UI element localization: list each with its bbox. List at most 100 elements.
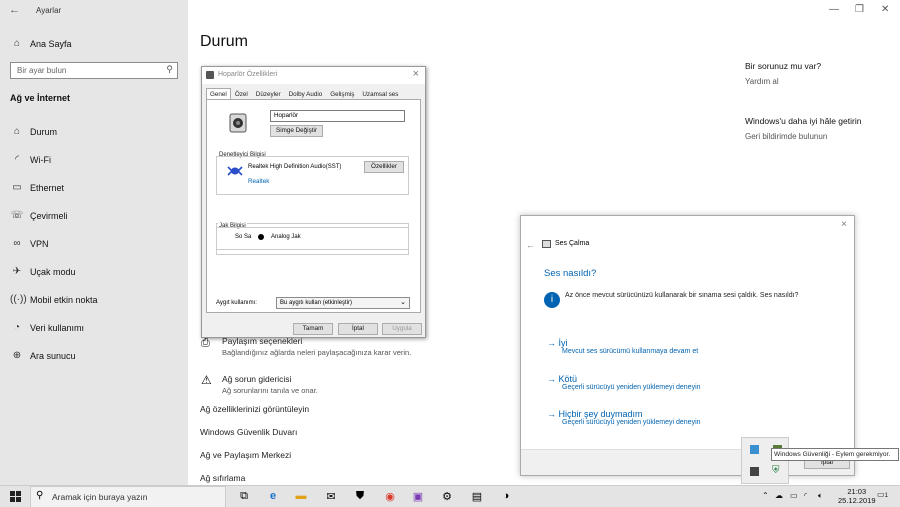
nav-item-data-usage[interactable]: ◔ Veri kullanımı — [10, 322, 84, 333]
dialup-icon: ☏ — [10, 210, 24, 221]
onedrive-icon[interactable]: ☁ — [775, 491, 783, 500]
nav-label: Mobil etkin nokta — [30, 294, 98, 305]
speaker-icon — [542, 240, 551, 248]
windows-start-icon[interactable] — [8, 489, 22, 503]
nav-label: VPN — [30, 238, 49, 249]
nav-item-dialup[interactable]: ☏ Çevirmeli — [10, 210, 68, 221]
settings-gear-icon[interactable]: ⚙ — [440, 489, 454, 503]
nav-item-vpn[interactable]: ∞ VPN — [10, 238, 49, 249]
minimize-icon[interactable]: — — [829, 4, 839, 15]
speaker-device-icon — [229, 113, 247, 133]
back-arrow-icon[interactable]: ← — [526, 240, 535, 250]
realtek-crab-icon — [227, 166, 243, 176]
mail-icon[interactable]: ✉ — [324, 489, 338, 503]
option-title: Hiçbir şey duymadım — [558, 409, 643, 419]
clock[interactable]: 21:03 25.12.2019 — [838, 487, 876, 505]
firewall-link[interactable]: Windows Güvenlik Duvarı — [200, 427, 297, 437]
store-icon[interactable]: ⛊ — [353, 489, 367, 503]
nav-item-proxy[interactable]: ⊕ Ara sunucu — [10, 350, 76, 361]
nav-item-hotspot[interactable]: ((·)) Mobil etkin nokta — [10, 294, 98, 305]
notification-count: 1 — [884, 493, 888, 499]
search-placeholder: Bir ayar bulun — [17, 66, 67, 75]
device-name-field[interactable]: Hoparlör — [270, 110, 405, 122]
taskbar-search-input[interactable]: ⚲ Aramak için buraya yazın — [30, 486, 226, 507]
network-sharing-center-link[interactable]: Ağ ve Paylaşım Merkezi — [200, 450, 291, 460]
edge-icon[interactable]: e — [266, 489, 280, 503]
app-title: Ayarlar — [36, 6, 62, 15]
option-heard-nothing[interactable]: → Hiçbir şey duymadım Geçerli sürücüyü y… — [547, 409, 701, 426]
nav-item-status[interactable]: ⌂ Durum — [10, 126, 57, 137]
option-good[interactable]: → İyi Mevcut ses sürücümü kullanmaya dev… — [547, 338, 698, 355]
home-icon: ⌂ — [13, 38, 21, 49]
media-icon[interactable]: ◑ — [499, 489, 513, 503]
nav-item-airplane[interactable]: ✈ Uçak modu — [10, 266, 76, 277]
nav-label: Ethernet — [30, 182, 65, 193]
info-text: Az önce mevcut sürücünüzü kullanarak bir… — [565, 292, 799, 299]
close-icon[interactable]: × — [841, 219, 847, 230]
network-properties-link[interactable]: Ağ özelliklerinizi görüntüleyin — [200, 404, 309, 414]
feedback-heading: Windows'u daha iyi hâle getirin — [745, 116, 862, 126]
feedback-link[interactable]: Geri bildirimde bulunun — [745, 132, 827, 141]
dialog-title: Ses Çalma — [555, 240, 590, 247]
file-explorer-icon[interactable]: ▬ — [294, 489, 308, 503]
sharing-icon: ⎙ — [201, 337, 210, 349]
change-icon-button[interactable]: Simge Değiştir — [270, 125, 323, 137]
vpn-icon: ∞ — [13, 238, 21, 249]
section-heading: Ağ ve İnternet — [10, 93, 71, 103]
properties-button[interactable]: Özellikler — [364, 161, 404, 173]
sharing-options-sub: Bağlandığınız ağlarda neleri paylaşacağı… — [222, 348, 412, 357]
document-icon[interactable]: ▤ — [470, 489, 484, 503]
nav-item-ethernet[interactable]: ▭ Ethernet — [10, 182, 64, 193]
nav-label: Ara sunucu — [30, 350, 76, 361]
airplane-icon: ✈ — [12, 266, 22, 277]
app-tray-icon[interactable] — [750, 445, 759, 454]
nav-label: Durum — [30, 126, 58, 137]
app-icon[interactable]: ▣ — [411, 489, 425, 503]
globe-icon: ⊕ — [12, 350, 22, 361]
realtek-link[interactable]: Realtek — [248, 178, 269, 185]
option-sub: Mevcut ses sürücümü kullanmaya devam et — [562, 348, 699, 355]
get-help-link[interactable]: Yardım al — [745, 77, 779, 86]
option-bad[interactable]: → Kötü Geçerli sürücüyü yeniden yüklemey… — [547, 374, 701, 391]
cancel-button[interactable]: İptal — [338, 323, 378, 335]
settings-search-input[interactable]: Bir ayar bulun ⚲ — [10, 62, 178, 79]
device-usage-select[interactable]: Bu aygıtı kullan (etkinleştir) ⌄ — [276, 297, 410, 309]
nav-label: Uçak modu — [30, 266, 76, 277]
troubleshooter-sub: Ağ sorunlarını tanıla ve onar. — [222, 386, 318, 395]
close-icon[interactable]: ✕ — [881, 4, 889, 15]
nav-label: Veri kullanımı — [30, 322, 85, 333]
nav-label: Çevirmeli — [30, 210, 68, 221]
nav-home[interactable]: ⌂ Ana Sayfa — [10, 38, 72, 49]
volume-icon[interactable]: 🔈︎ — [818, 491, 823, 501]
troubleshooter-link[interactable]: Ağ sorun gidericisi — [222, 374, 291, 384]
controller-name: Realtek High Definition Audio(SST) — [248, 164, 342, 170]
arrow-right-icon: → — [547, 338, 559, 348]
chrome-icon[interactable]: ◉ — [383, 489, 397, 503]
back-arrow-icon[interactable]: ← — [9, 4, 20, 16]
data-usage-icon: ◔ — [13, 322, 21, 333]
close-icon[interactable]: × — [413, 68, 419, 80]
hotspot-icon: ((·)) — [10, 294, 27, 305]
sound-playback-dialog: × ← Ses Çalma Ses nasıldı? i Az önce mev… — [520, 215, 855, 476]
option-sub: Geçerli sürücüyü yeniden yüklemeyi deney… — [562, 419, 701, 426]
battery-icon[interactable]: ▭ — [790, 491, 798, 500]
wifi-icon[interactable]: ◜ — [804, 491, 807, 500]
device-usage-label: Aygıt kullanımı: — [216, 300, 257, 306]
apply-button[interactable]: Uygula — [382, 323, 422, 335]
windows-security-icon[interactable]: ⛨ — [772, 465, 780, 476]
task-view-icon[interactable]: ⧉ — [237, 489, 251, 503]
app-tray-icon[interactable] — [750, 467, 759, 476]
chevron-up-icon[interactable]: ⌃ — [762, 491, 769, 500]
jack-side: So Sa — [235, 234, 252, 240]
wifi-icon: ◜ — [15, 154, 19, 165]
maximize-icon[interactable]: ❐ — [855, 4, 864, 15]
nav-item-wifi[interactable]: ◜ Wi-Fi — [10, 154, 51, 165]
general-tab-panel: Hoparlör Simge Değiştir Denetleyici Bilg… — [206, 99, 421, 313]
ok-button[interactable]: Tamam — [293, 323, 333, 335]
network-reset-link[interactable]: Ağ sıfırlama — [200, 473, 245, 483]
settings-sidebar: ← Ayarlar ⌂ Ana Sayfa Bir ayar bulun ⚲ A… — [0, 0, 188, 485]
option-title: İyi — [558, 338, 568, 348]
notification-center-icon[interactable]: ▭1 — [877, 490, 888, 499]
dialog-title: Hoparlör Özellikleri — [218, 71, 278, 78]
tooltip: Windows Güvenliği - Eylem gerekmiyor. — [771, 448, 899, 461]
